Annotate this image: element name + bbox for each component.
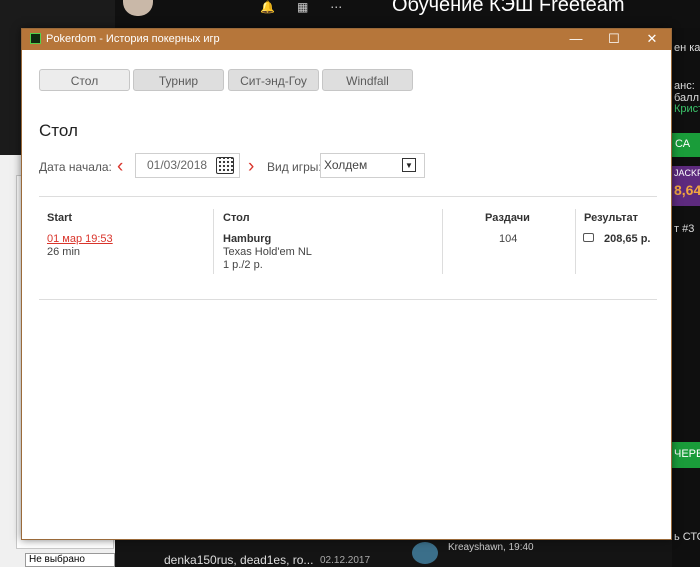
background-green-button: СА bbox=[672, 133, 700, 157]
session-duration: 26 min bbox=[47, 246, 81, 258]
next-date-arrow-icon[interactable]: › bbox=[248, 156, 254, 178]
tab-table[interactable]: Стол bbox=[39, 69, 130, 91]
background-page-title: Обучение КЭШ Freeteam bbox=[392, 0, 625, 16]
close-button[interactable]: ✕ bbox=[633, 29, 671, 50]
prev-date-arrow-icon[interactable]: ‹ bbox=[117, 156, 123, 178]
background-chat-users: denka150rus, dead1es, ro... bbox=[164, 553, 314, 567]
grid-icon[interactable]: ▦ bbox=[297, 0, 330, 14]
start-date-label: Дата начала: bbox=[39, 160, 112, 174]
column-header-start: Start bbox=[47, 212, 73, 224]
tab-tournament[interactable]: Турнир bbox=[133, 69, 224, 91]
minimize-button[interactable]: — bbox=[557, 29, 595, 50]
column-divider bbox=[575, 209, 576, 274]
background-jackpot-banner: JACKF 8,64 bbox=[672, 166, 700, 206]
divider bbox=[39, 299, 657, 300]
game-type-select[interactable]: Холдем ▼ bbox=[320, 153, 425, 178]
pokerdom-app-icon bbox=[30, 33, 41, 44]
column-header-result: Результат bbox=[584, 212, 639, 224]
bell-icon[interactable]: 🔔 bbox=[260, 0, 297, 14]
maximize-button[interactable]: ☐ bbox=[595, 29, 633, 50]
background-header-icons: 🔔▦⋯ bbox=[260, 0, 364, 14]
background-chat-date: 02.12.2017 bbox=[320, 555, 371, 566]
background-queue-button: ЧЕРЕД bbox=[672, 442, 700, 468]
calendar-icon[interactable] bbox=[216, 157, 234, 174]
start-date-field[interactable]: 01/03/2018 bbox=[135, 153, 240, 178]
game-type-value: Холдем bbox=[324, 158, 368, 172]
game-type-label: Вид игры: bbox=[267, 160, 322, 174]
section-title: Стол bbox=[39, 121, 78, 140]
wallet-icon bbox=[583, 233, 594, 242]
divider bbox=[39, 196, 657, 197]
start-date-value: 01/03/2018 bbox=[147, 158, 208, 172]
table-name: Hamburg bbox=[223, 233, 272, 245]
column-header-hands: Раздачи bbox=[485, 212, 530, 224]
result-amount: 208,65 р. bbox=[604, 233, 651, 245]
window-titlebar[interactable]: Pokerdom - История покерных игр — ☐ ✕ bbox=[22, 29, 671, 50]
history-window: Pokerdom - История покерных игр — ☐ ✕ Ст… bbox=[21, 28, 672, 540]
background-chat-author: Kreayshawn, 19:40 bbox=[448, 542, 534, 553]
tab-windfall[interactable]: Windfall bbox=[322, 69, 413, 91]
window-title: Pokerdom - История покерных игр bbox=[46, 33, 220, 45]
session-start-link[interactable]: 01 мар 19:53 bbox=[47, 233, 113, 245]
column-header-table: Стол bbox=[223, 212, 250, 224]
background-right-panel: ен как анс: балл Крист т #3 ь СТО bbox=[672, 28, 700, 567]
tab-sit-and-go[interactable]: Сит-энд-Гоу bbox=[228, 69, 319, 91]
chevron-down-icon[interactable]: ▼ bbox=[402, 158, 416, 172]
background-chat-avatar bbox=[412, 542, 438, 564]
stakes: 1 р./2 р. bbox=[223, 259, 263, 271]
hands-count: 104 bbox=[499, 233, 518, 245]
column-divider bbox=[442, 209, 443, 274]
dots-icon[interactable]: ⋯ bbox=[330, 0, 364, 14]
game-name: Texas Hold'em NL bbox=[223, 246, 312, 258]
column-divider bbox=[213, 209, 214, 274]
background-left-select[interactable]: Не выбрано bbox=[25, 553, 115, 567]
